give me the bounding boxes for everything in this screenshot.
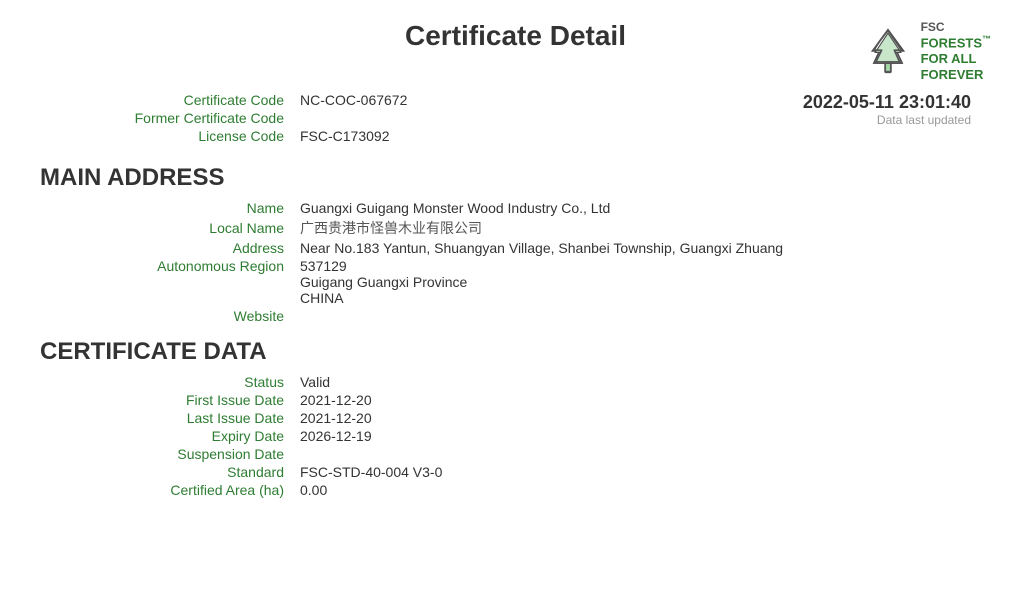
name-value: Guangxi Guigang Monster Wood Industry Co… bbox=[300, 200, 610, 216]
fsc-label: FSC bbox=[921, 20, 991, 34]
main-address-heading: MAIN ADDRESS bbox=[40, 164, 991, 192]
city-province: Guigang Guangxi Province bbox=[300, 274, 467, 290]
website-label: Website bbox=[100, 308, 300, 324]
autonomous-region-label: Autonomous Region bbox=[100, 258, 300, 274]
autonomous-region-row: Autonomous Region 537129 Guigang Guangxi… bbox=[100, 258, 991, 306]
standard-label: Standard bbox=[100, 464, 300, 480]
first-issue-date-label: First Issue Date bbox=[100, 392, 300, 408]
standard-row: Standard FSC-STD-40-004 V3-0 bbox=[100, 464, 991, 480]
address-multiline-row: Address Near No.183 Yantun, Shuangyan Vi… bbox=[100, 240, 991, 256]
former-certificate-code-label: Former Certificate Code bbox=[100, 110, 300, 126]
page-title-area: Certificate Detail bbox=[240, 20, 791, 52]
timestamp-area: 2022-05-11 23:01:40 Data last updated bbox=[803, 92, 991, 127]
first-issue-date-row: First Issue Date 2021-12-20 bbox=[100, 392, 991, 408]
certificate-info: Certificate Code NC-COC-067672 Former Ce… bbox=[100, 92, 407, 146]
certified-area-value: 0.00 bbox=[300, 482, 327, 498]
license-code-label: License Code bbox=[100, 128, 300, 144]
timestamp-value: 2022-05-11 23:01:40 bbox=[803, 92, 971, 113]
name-label: Name bbox=[100, 200, 300, 216]
name-row: Name Guangxi Guigang Monster Wood Indust… bbox=[100, 200, 991, 216]
license-code-value: FSC-C173092 bbox=[300, 128, 390, 144]
last-issue-date-row: Last Issue Date 2021-12-20 bbox=[100, 410, 991, 426]
fsc-text-block: FSC FORESTS™ FOR ALL FOREVER bbox=[921, 20, 991, 82]
last-issue-date-value: 2021-12-20 bbox=[300, 410, 372, 426]
expiry-date-value: 2026-12-19 bbox=[300, 428, 372, 444]
fsc-tree-icon bbox=[863, 26, 913, 76]
suspension-date-row: Suspension Date bbox=[100, 446, 991, 462]
certificate-data-block: Status Valid First Issue Date 2021-12-20… bbox=[100, 374, 991, 498]
address-label: Address bbox=[100, 240, 300, 256]
standard-value: FSC-STD-40-004 V3-0 bbox=[300, 464, 442, 480]
header: Certificate Detail FSC bbox=[40, 20, 991, 82]
autonomous-region-lines: 537129 Guigang Guangxi Province CHINA bbox=[300, 258, 467, 306]
postal-code: 537129 bbox=[300, 258, 467, 274]
local-name-value: 广西贵港市怪兽木业有限公司 bbox=[300, 218, 482, 238]
last-issue-date-label: Last Issue Date bbox=[100, 410, 300, 426]
status-label: Status bbox=[100, 374, 300, 390]
certificate-code-row: Certificate Code NC-COC-067672 bbox=[100, 92, 407, 108]
former-certificate-code-row: Former Certificate Code bbox=[100, 110, 407, 126]
address-block: Name Guangxi Guigang Monster Wood Indust… bbox=[100, 200, 991, 324]
address-line1: Near No.183 Yantun, Shuangyan Village, S… bbox=[300, 240, 783, 256]
certificate-code-value: NC-COC-067672 bbox=[300, 92, 407, 108]
certified-area-label: Certified Area (ha) bbox=[100, 482, 300, 498]
address-lines: Near No.183 Yantun, Shuangyan Village, S… bbox=[300, 240, 783, 256]
fsc-logo: FSC FORESTS™ FOR ALL FOREVER bbox=[791, 20, 991, 82]
certificate-code-label: Certificate Code bbox=[100, 92, 300, 108]
status-value: Valid bbox=[300, 374, 330, 390]
first-issue-date-value: 2021-12-20 bbox=[300, 392, 372, 408]
local-name-label: Local Name bbox=[100, 220, 300, 236]
status-row: Status Valid bbox=[100, 374, 991, 390]
license-code-row: License Code FSC-C173092 bbox=[100, 128, 407, 144]
suspension-date-label: Suspension Date bbox=[100, 446, 300, 462]
country: CHINA bbox=[300, 290, 467, 306]
certified-area-row: Certified Area (ha) 0.00 bbox=[100, 482, 991, 498]
data-updated-label: Data last updated bbox=[803, 113, 971, 127]
local-name-row: Local Name 广西贵港市怪兽木业有限公司 bbox=[100, 218, 991, 238]
website-row: Website bbox=[100, 308, 991, 324]
page-title: Certificate Detail bbox=[240, 20, 791, 52]
fsc-tagline: FORESTS™ FOR ALL FOREVER bbox=[921, 34, 991, 82]
expiry-date-row: Expiry Date 2026-12-19 bbox=[100, 428, 991, 444]
expiry-date-label: Expiry Date bbox=[100, 428, 300, 444]
certificate-data-heading: CERTIFICATE DATA bbox=[40, 338, 991, 366]
